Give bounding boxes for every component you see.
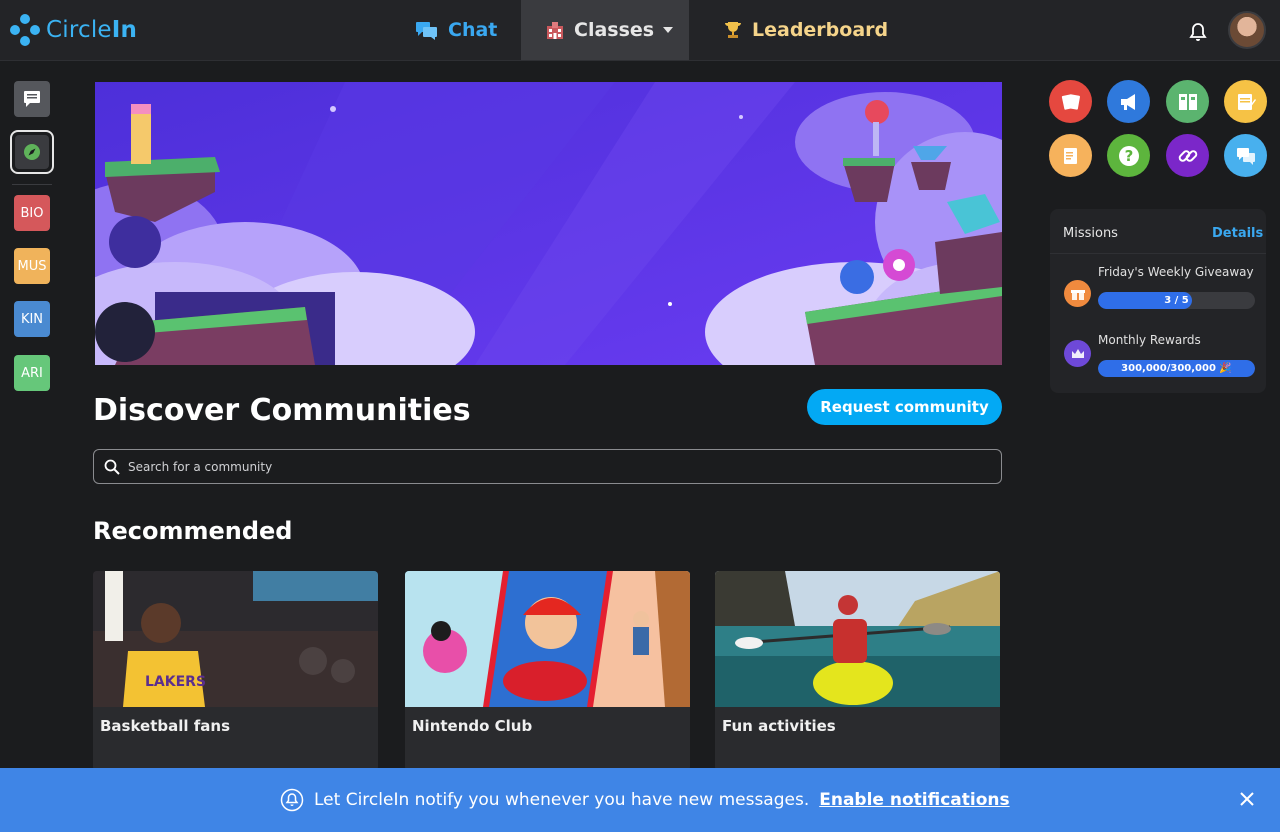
rail-class-label: KIN [20,311,44,327]
chevron-down-icon [663,27,674,33]
rail-class-mus[interactable]: MUS [14,248,50,284]
card-title: Nintendo Club [412,717,533,735]
discussion-icon [1236,147,1255,165]
mission-progress-bar: 300,000/300,000 🎉 [1098,360,1255,377]
links-tool-button[interactable] [1166,134,1209,177]
community-card-basketball[interactable]: LAKERS Basketball fans [93,571,378,771]
top-navigation-bar: CircleIn Chat Classes Leaderboard [0,0,1280,61]
enable-notifications-link[interactable]: Enable notifications [819,790,1009,810]
mission-progress-bar: 3 / 5 [1098,292,1255,309]
search-icon [104,459,120,475]
logo-text: CircleIn [46,17,138,43]
rail-class-label: MUS [17,258,47,274]
mission-progress-text: 3 / 5 [1164,295,1189,306]
link-icon [1178,149,1197,162]
rail-class-ari[interactable]: ARI [14,355,50,391]
study-guide-tool-button[interactable] [1049,134,1092,177]
rail-class-kin[interactable]: KIN [14,301,50,337]
circlein-logo-icon [10,14,40,46]
building-icon [547,22,563,39]
discussion-tool-button[interactable] [1224,134,1267,177]
card-title: Fun activities [722,717,836,735]
nav-classes[interactable]: Classes [521,0,689,60]
circlein-logo[interactable]: CircleIn [10,14,137,46]
bell-icon[interactable] [1189,22,1207,42]
missions-title: Missions [1063,226,1118,241]
nav-chat-label: Chat [448,19,498,41]
community-card-nintendo[interactable]: Nintendo Club [405,571,690,771]
compass-icon [15,135,49,169]
gift-icon [1064,280,1091,307]
request-community-button[interactable]: Request community [807,389,1002,425]
page-title: Discover Communities [93,393,471,428]
question-icon: ? [1118,145,1139,166]
question-tool-button[interactable]: ? [1107,134,1150,177]
columns-icon [1178,93,1197,110]
megaphone-icon [1120,93,1135,110]
nav-chat[interactable]: Chat [415,0,497,60]
recommended-heading: Recommended [93,517,293,545]
message-icon [24,91,40,107]
nav-leaderboard[interactable]: Leaderboard [723,0,888,60]
workflow-tool-button[interactable] [1166,80,1209,123]
study-guide-icon [1063,147,1077,164]
notes-tool-button[interactable] [1224,80,1267,123]
announcement-tool-button[interactable] [1107,80,1150,123]
notification-text: Let CircleIn notify you whenever you hav… [314,790,810,810]
community-search-field[interactable] [93,449,1002,484]
close-icon[interactable] [1237,789,1257,809]
crown-icon [1064,340,1091,367]
community-card-fun-activities[interactable]: Fun activities [715,571,1000,771]
discover-banner-illustration [95,82,1002,365]
flashcards-tool-button[interactable] [1049,80,1092,123]
bell-outline-icon [280,788,304,812]
svg-text:LAKERS: LAKERS [145,674,206,690]
flashcards-icon [1061,93,1080,110]
nav-classes-label: Classes [574,19,655,41]
rail-class-bio[interactable]: BIO [14,195,50,231]
rail-discover-button[interactable] [10,130,54,174]
notepad-icon [1237,93,1256,110]
notification-prompt-bar: Let CircleIn notify you whenever you hav… [0,768,1280,832]
card-title: Basketball fans [100,717,231,735]
mission-progress-text: 300,000/300,000 🎉 [1121,363,1232,374]
rail-chat-button[interactable] [14,81,50,117]
rail-class-label: ARI [21,365,43,381]
rail-class-label: BIO [20,205,44,221]
nintendo-card-image [405,571,690,707]
search-input[interactable] [128,450,988,483]
mission-label: Friday's Weekly Giveaway [1098,265,1254,279]
missions-panel: Missions Details Friday's Weekly Giveawa… [1050,209,1266,393]
user-avatar[interactable] [1228,11,1266,49]
missions-details-link[interactable]: Details [1212,226,1263,241]
basketball-card-image: LAKERS [93,571,378,707]
mission-label: Monthly Rewards [1098,333,1201,347]
rail-divider [12,184,52,185]
kayak-card-image [715,571,1000,707]
chat-icon [416,22,437,40]
nav-leaderboard-label: Leaderboard [752,19,889,41]
missions-divider [1050,253,1266,254]
trophy-icon [725,22,741,38]
svg-text:?: ? [1124,147,1133,165]
